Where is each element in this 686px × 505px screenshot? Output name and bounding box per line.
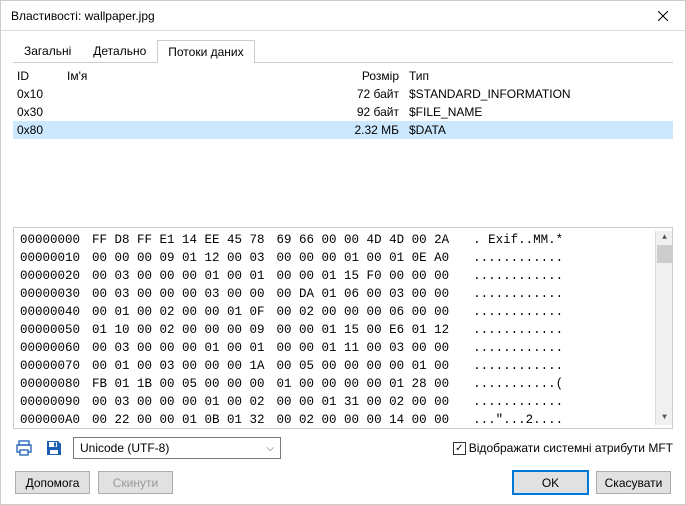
checkbox-icon: ✓ [453,442,466,455]
table-row[interactable]: 0x30 92 байт $FILE_NAME [13,103,673,121]
reset-button[interactable]: Скинути [98,471,173,494]
ok-button[interactable]: OK [513,471,588,494]
window-title: Властивості: wallpaper.jpg [11,9,640,23]
table-row[interactable]: 0x10 72 байт $STANDARD_INFORMATION [13,85,673,103]
print-icon [15,439,33,457]
mft-checkbox-label: Відображати системні атрибути MFT [469,441,673,455]
hex-viewer: 0000000000000010000000200000003000000040… [13,227,673,429]
hex-bytes-left: FF D8 FF E1 14 EE 45 7800 00 00 09 01 12… [86,231,271,425]
scroll-up-icon[interactable]: ▲ [656,231,673,245]
titlebar: Властивості: wallpaper.jpg [1,1,685,31]
help-button[interactable]: Допомога [15,471,90,494]
hex-ascii: . Exif..MM.*............................… [455,231,569,425]
table-header: ID Ім'я Розмір Тип [13,67,673,85]
stream-table: ID Ім'я Розмір Тип 0x10 72 байт $STANDAR… [13,67,673,139]
header-type[interactable]: Тип [409,69,669,83]
tab-general[interactable]: Загальні [13,39,82,62]
table-row[interactable]: 0x80 2.32 МБ $DATA [13,121,673,139]
header-id[interactable]: ID [17,69,67,83]
encoding-value: Unicode (UTF-8) [80,441,169,455]
hex-bytes-right: 69 66 00 00 4D 4D 00 2A00 00 00 01 00 01… [271,231,456,425]
header-name[interactable]: Ім'я [67,69,339,83]
save-icon [45,439,63,457]
cancel-button[interactable]: Скасувати [596,471,671,494]
hex-offsets: 0000000000000010000000200000003000000040… [14,231,86,425]
scroll-thumb[interactable] [657,245,672,263]
encoding-select[interactable]: Unicode (UTF-8) [73,437,281,459]
print-button[interactable] [13,437,35,459]
scroll-down-icon[interactable]: ▼ [656,411,673,425]
mft-checkbox[interactable]: ✓ Відображати системні атрибути MFT [453,441,673,455]
close-button[interactable] [640,1,685,30]
hex-scrollbar[interactable]: ▲ ▼ [655,231,672,425]
tab-streams[interactable]: Потоки даних [157,40,254,63]
close-icon [658,11,668,21]
tab-bar: Загальні Детально Потоки даних [13,39,673,63]
tab-detailed[interactable]: Детально [82,39,157,62]
header-size[interactable]: Розмір [339,69,409,83]
save-button[interactable] [43,437,65,459]
